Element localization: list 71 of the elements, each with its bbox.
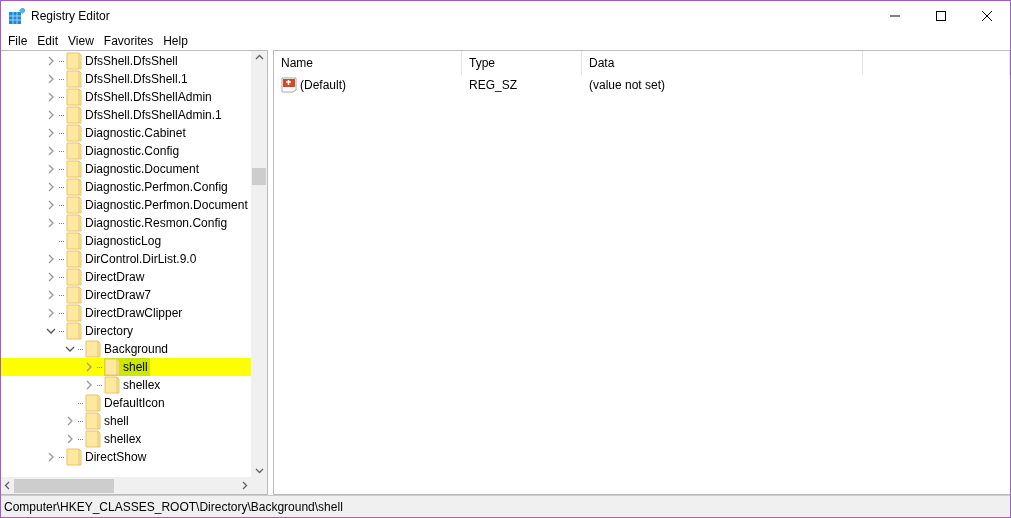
table-cell: (Default) (300, 78, 346, 92)
folder-icon (66, 304, 82, 322)
folder-icon (66, 448, 82, 466)
folder-icon (85, 412, 101, 430)
folder-icon (66, 286, 82, 304)
tree-item[interactable]: DirectDraw7 (66, 286, 153, 304)
table-cell-text: REG_SZ (468, 78, 518, 92)
folder-icon (66, 142, 82, 160)
tree-item[interactable]: DirControl.DirList.9.0 (66, 250, 199, 268)
tree-item[interactable]: Diagnostic.Resmon.Config (66, 214, 230, 232)
tree-item[interactable]: Diagnostic.Perfmon.Config (66, 178, 230, 196)
folder-icon (66, 178, 82, 196)
menu-item[interactable]: Help (158, 31, 193, 50)
folder-icon (66, 88, 82, 106)
tree-item[interactable]: shell (104, 358, 150, 376)
close-icon (982, 11, 992, 21)
folder-icon (85, 394, 101, 412)
window-title: Registry Editor (31, 9, 111, 23)
folder-icon (66, 106, 82, 124)
tree-item[interactable]: Directory (66, 322, 135, 340)
menu-item[interactable]: View (63, 31, 99, 50)
tree-item[interactable]: Diagnostic.Cabinet (66, 124, 188, 142)
vertical-scrollbar[interactable] (251, 51, 267, 477)
column-header[interactable]: Data (582, 51, 863, 75)
scroll-up-icon[interactable] (254, 54, 264, 60)
folder-icon (66, 124, 82, 142)
scrollbar-thumb[interactable] (252, 168, 266, 185)
maximize-icon (936, 11, 946, 21)
tree-item[interactable]: DirectDrawClipper (66, 304, 185, 322)
tree-item[interactable]: DiagnosticLog (66, 232, 164, 250)
tree-item[interactable]: Diagnostic.Perfmon.Document (66, 196, 250, 214)
tree-item[interactable]: Diagnostic.Config (66, 142, 182, 160)
menu-item[interactable]: Favorites (98, 31, 159, 50)
folder-icon (85, 430, 101, 448)
menu-item[interactable]: Edit (32, 31, 64, 50)
tree-item[interactable]: Background (85, 340, 171, 358)
tree-item[interactable]: DirectDraw (66, 268, 147, 286)
folder-icon (85, 340, 101, 358)
column-header[interactable]: Type (462, 51, 582, 75)
status-bar: Computer\HKEY_CLASSES_ROOT\Directory\Background\shell (1, 495, 1010, 517)
folder-icon (66, 322, 82, 340)
tree-item[interactable]: DirectShow (66, 448, 149, 466)
tree-item[interactable]: DefaultIcon (85, 394, 167, 412)
column-header[interactable]: Name (274, 51, 462, 75)
folder-icon (66, 70, 82, 88)
folder-icon (66, 250, 82, 268)
scrollbar-thumb[interactable] (14, 478, 114, 493)
scroll-left-icon[interactable] (4, 481, 10, 490)
scroll-right-icon[interactable] (242, 481, 248, 490)
folder-icon (66, 214, 82, 232)
registry-icon (9, 8, 25, 24)
tree-item[interactable]: DfsShell.DfsShellAdmin (66, 88, 214, 106)
folder-icon (66, 196, 82, 214)
tree-item[interactable]: DfsShell.DfsShell.1 (66, 70, 190, 88)
tree-item[interactable]: Diagnostic.Document (66, 160, 202, 178)
tree-item[interactable]: shell (85, 412, 131, 430)
folder-icon (66, 52, 82, 70)
string-value-icon (281, 77, 297, 93)
tree-item[interactable]: shellex (85, 430, 144, 448)
folder-icon (66, 268, 82, 286)
folder-icon (104, 358, 120, 376)
tree-item[interactable]: shellex (104, 376, 163, 394)
scroll-down-icon[interactable] (254, 468, 264, 474)
table-cell-text: (value not set) (588, 78, 667, 92)
menu-item[interactable]: File (3, 31, 33, 50)
horizontal-scrollbar[interactable] (1, 477, 251, 494)
folder-icon (66, 160, 82, 178)
folder-icon (66, 232, 82, 250)
folder-icon (104, 376, 120, 394)
tree-item[interactable]: DfsShell.DfsShellAdmin.1 (66, 106, 224, 124)
tree-item[interactable]: DfsShell.DfsShell (66, 52, 180, 70)
